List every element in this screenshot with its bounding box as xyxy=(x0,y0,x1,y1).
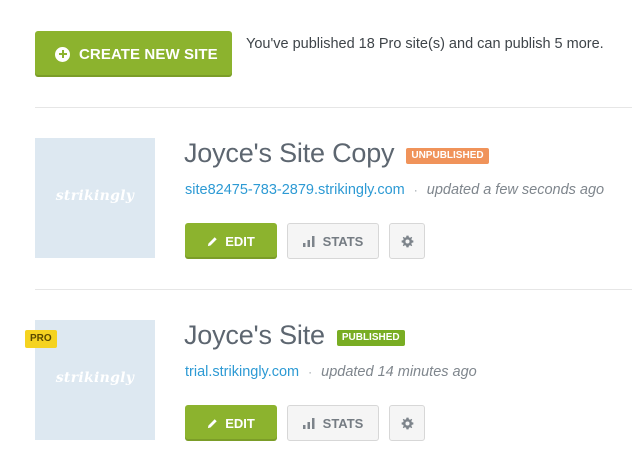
site-card: strikingly PRO Joyce's Site PUBLISHED tr… xyxy=(0,320,632,458)
gear-icon xyxy=(401,417,413,429)
pencil-icon xyxy=(208,418,217,428)
separator-dot: · xyxy=(413,183,418,197)
pro-badge: PRO xyxy=(25,330,57,348)
bar-chart-icon xyxy=(302,235,315,247)
site-url-link[interactable]: site82475-783-2879.strikingly.com xyxy=(185,182,405,198)
pencil-icon xyxy=(208,236,217,246)
site-title-row: Joyce's Site PUBLISHED xyxy=(184,320,405,351)
status-badge: UNPUBLISHED xyxy=(406,147,489,164)
create-new-site-button[interactable]: CREATE NEW SITE xyxy=(35,31,232,77)
divider xyxy=(35,289,632,290)
site-url-link[interactable]: trial.strikingly.com xyxy=(185,364,299,380)
strikingly-logo: strikingly xyxy=(55,188,135,204)
settings-button[interactable] xyxy=(389,405,425,441)
site-actions: EDIT STATS xyxy=(185,223,425,259)
settings-button[interactable] xyxy=(389,223,425,259)
site-meta: site82475-783-2879.strikingly.com · upda… xyxy=(185,182,604,198)
site-title: Joyce's Site xyxy=(184,320,325,350)
edit-label: EDIT xyxy=(225,233,255,249)
stats-button[interactable]: STATS xyxy=(287,223,379,259)
site-title-row: Joyce's Site Copy UNPUBLISHED xyxy=(184,138,489,169)
stats-label: STATS xyxy=(322,415,364,431)
edit-button[interactable]: EDIT xyxy=(185,405,277,441)
edit-label: EDIT xyxy=(225,415,255,431)
status-badge: PUBLISHED xyxy=(336,329,405,346)
publish-quota-text: You've published 18 Pro site(s) and can … xyxy=(246,36,604,52)
plus-circle-icon xyxy=(55,46,70,62)
stats-button[interactable]: STATS xyxy=(287,405,379,441)
updated-time: updated 14 minutes ago xyxy=(321,364,477,380)
stats-label: STATS xyxy=(322,233,364,249)
dashboard-page: CREATE NEW SITE You've published 18 Pro … xyxy=(0,0,632,458)
updated-time: updated a few seconds ago xyxy=(426,182,605,198)
edit-button[interactable]: EDIT xyxy=(185,223,277,259)
site-title: Joyce's Site Copy xyxy=(184,138,395,168)
divider xyxy=(35,107,632,108)
create-new-site-label: CREATE NEW SITE xyxy=(79,45,218,63)
site-meta: trial.strikingly.com · updated 14 minute… xyxy=(185,364,477,380)
site-actions: EDIT STATS xyxy=(185,405,425,441)
strikingly-logo: strikingly xyxy=(55,370,135,386)
site-thumbnail[interactable]: strikingly xyxy=(35,138,155,258)
separator-dot: · xyxy=(308,365,313,379)
gear-icon xyxy=(401,235,413,247)
site-card: strikingly Joyce's Site Copy UNPUBLISHED… xyxy=(0,138,632,278)
bar-chart-icon xyxy=(302,417,315,429)
